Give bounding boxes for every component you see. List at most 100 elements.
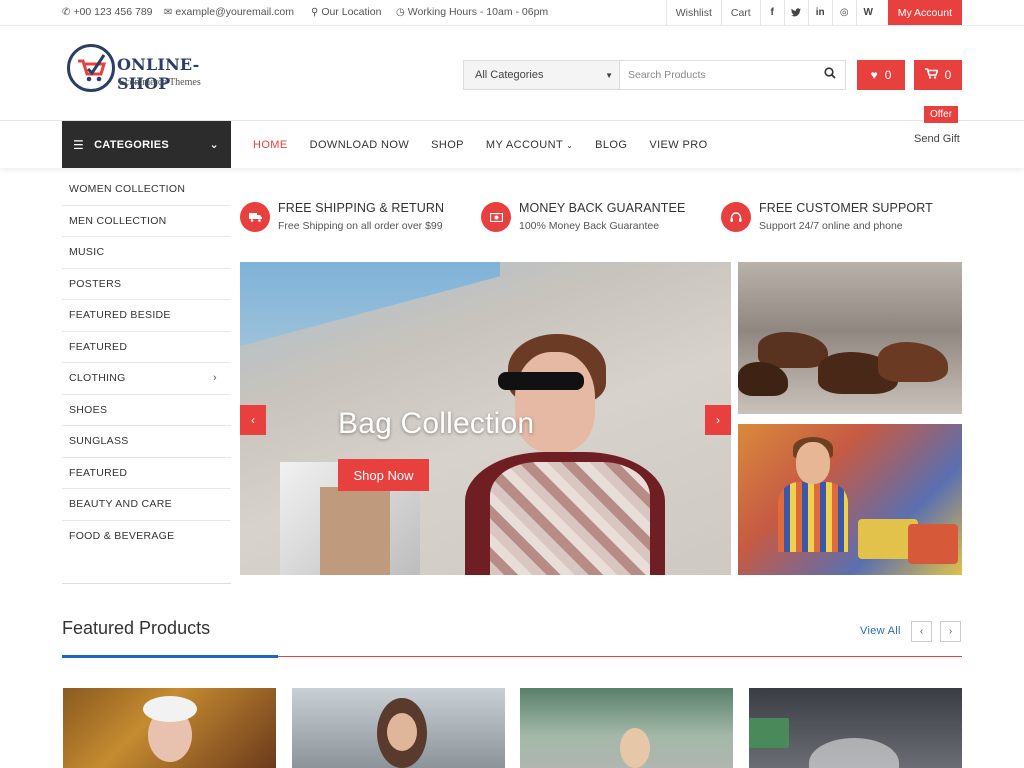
promo-image-shoes[interactable] (738, 262, 962, 414)
sidebar-item-music[interactable]: MUSIC (62, 237, 231, 269)
product-hat-shape (143, 696, 197, 722)
location-info: ⚲ Our Location (311, 0, 381, 24)
category-sidebar: WOMEN COLLECTION MEN COLLECTION MUSIC PO… (62, 174, 231, 584)
slider-next-button[interactable]: › (705, 405, 731, 435)
kid-shirt-shape (778, 482, 848, 552)
logo-subtitle: Ecommerce Themes (119, 77, 201, 88)
headset-icon (721, 202, 751, 232)
map-marker-icon: ⚲ (311, 6, 319, 18)
categories-label: CATEGORIES (94, 138, 169, 151)
chevron-right-icon: › (716, 413, 720, 427)
product-face-shape (387, 713, 417, 751)
promo-image-toys[interactable] (738, 424, 962, 575)
nav-blog[interactable]: BLOG (595, 139, 627, 151)
cart-button[interactable]: 0 (914, 60, 962, 90)
site-logo[interactable]: ONLINE-SHOP Ecommerce Themes (67, 44, 237, 94)
feature-subtitle: Support 24/7 online and phone (759, 220, 903, 232)
categories-toggle[interactable]: ☰ CATEGORIES ⌄ (62, 121, 231, 168)
linkedin-icon[interactable]: in (807, 0, 832, 25)
send-gift-link[interactable]: Send Gift (914, 133, 960, 145)
twitter-icon[interactable] (783, 0, 808, 25)
products-next-button[interactable]: › (940, 621, 961, 642)
nav-download-now[interactable]: DOWNLOAD NOW (310, 139, 410, 151)
wishlist-button[interactable]: ♥ 0 (857, 60, 905, 90)
hero-background (240, 262, 500, 346)
category-select[interactable]: All Categories ▼ (463, 60, 620, 90)
logo-emblem (67, 44, 115, 92)
email-text[interactable]: example@youremail.com (175, 6, 294, 18)
product-card-image[interactable] (520, 688, 733, 768)
nav-home[interactable]: HOME (253, 139, 288, 151)
cart-icon (924, 68, 939, 82)
products-prev-button[interactable]: ‹ (911, 621, 932, 642)
email-info[interactable]: ✉ example@youremail.com (164, 0, 294, 24)
hours-info: ◷ Working Hours - 10am - 06pm (396, 0, 548, 24)
hero-title: Bag Collection (338, 407, 535, 440)
product-card-image[interactable] (63, 688, 276, 768)
sidebar-item-sunglass[interactable]: SUNGLASS (62, 426, 231, 458)
main-nav: ☰ CATEGORIES ⌄ HOME DOWNLOAD NOW SHOP MY… (0, 120, 1024, 168)
toy-shape (908, 524, 958, 564)
feature-title: FREE SHIPPING & RETURN (278, 201, 445, 215)
hero-model-scarf (490, 462, 650, 575)
slider-prev-button[interactable]: ‹ (240, 405, 266, 435)
clock-icon: ◷ (396, 6, 405, 18)
featured-products-title: Featured Products (62, 618, 211, 638)
kid-face-shape (796, 442, 830, 484)
section-divider-accent (62, 655, 278, 658)
hero-slider: Bag Collection Shop Now ‹ › (240, 262, 731, 575)
caret-down-icon: ▼ (605, 70, 613, 80)
product-card-image[interactable] (292, 688, 505, 768)
cart-link[interactable]: Cart (720, 0, 760, 25)
sidebar-item-featured-2[interactable]: FEATURED (62, 458, 231, 489)
product-card-image[interactable] (749, 688, 962, 768)
chevron-right-icon: › (948, 626, 953, 637)
instagram-icon[interactable]: ◎ (831, 0, 856, 25)
hero-model-sunglasses (498, 372, 584, 390)
nav-shop[interactable]: SHOP (431, 139, 464, 151)
truck-icon (240, 202, 270, 232)
search-input[interactable]: Search Products (620, 69, 815, 81)
sidebar-item-clothing[interactable]: CLOTHING › (62, 363, 231, 395)
facebook-icon[interactable]: f (759, 0, 784, 25)
sidebar-item-women-collection[interactable]: WOMEN COLLECTION (62, 174, 231, 206)
feature-subtitle: 100% Money Back Guarantee (519, 220, 660, 232)
feature-title: MONEY BACK GUARANTEE (519, 201, 686, 215)
sidebar-item-clothing-label: CLOTHING (69, 372, 126, 385)
search-icon[interactable] (815, 66, 845, 84)
phone-info: ✆ +00 123 456 789 (62, 0, 153, 24)
sidebar-item-featured-beside[interactable]: FEATURED BESIDE (62, 300, 231, 332)
primary-menu: HOME DOWNLOAD NOW SHOP MY ACCOUNT ⌄ BLOG … (253, 121, 708, 168)
shoe-shape (878, 342, 948, 382)
envelope-icon: ✉ (164, 6, 173, 18)
category-select-value: All Categories (475, 69, 544, 81)
top-bar-links: Wishlist Cart f in ◎ W My Account (665, 0, 962, 25)
sidebar-item-food-beverage[interactable]: FOOD & BEVERAGE (62, 521, 231, 553)
umbrella-shape (809, 738, 899, 768)
search-box[interactable]: Search Products (620, 60, 846, 90)
offer-badge: Offer (924, 106, 959, 123)
heart-icon: ♥ (870, 68, 878, 82)
wordpress-icon[interactable]: W (855, 0, 880, 25)
phone-text: +00 123 456 789 (73, 6, 153, 18)
my-account-button[interactable]: My Account (887, 0, 962, 25)
hours-text: Working Hours - 10am - 06pm (407, 6, 549, 18)
location-text: Our Location (321, 6, 382, 18)
view-all-link[interactable]: View All (860, 625, 901, 637)
shop-now-button[interactable]: Shop Now (338, 459, 429, 491)
wishlist-link[interactable]: Wishlist (665, 0, 721, 25)
sidebar-item-men-collection[interactable]: MEN COLLECTION (62, 206, 231, 237)
sidebar-item-shoes[interactable]: SHOES (62, 395, 231, 426)
product-model-shape (620, 728, 650, 768)
sidebar-item-featured[interactable]: FEATURED (62, 332, 231, 363)
chevron-down-icon: ⌄ (209, 139, 219, 151)
menu-icon: ☰ (73, 137, 85, 152)
chevron-down-icon: ⌄ (566, 140, 574, 150)
nav-my-account[interactable]: MY ACCOUNT ⌄ (486, 139, 573, 151)
sidebar-item-beauty-and-care[interactable]: BEAUTY AND CARE (62, 489, 231, 521)
nav-view-pro[interactable]: VIEW PRO (649, 139, 707, 151)
sign-shape (749, 718, 789, 748)
nav-my-account-label: MY ACCOUNT (485, 138, 564, 151)
chevron-right-icon: › (213, 372, 217, 385)
sidebar-item-posters[interactable]: POSTERS (62, 269, 231, 300)
